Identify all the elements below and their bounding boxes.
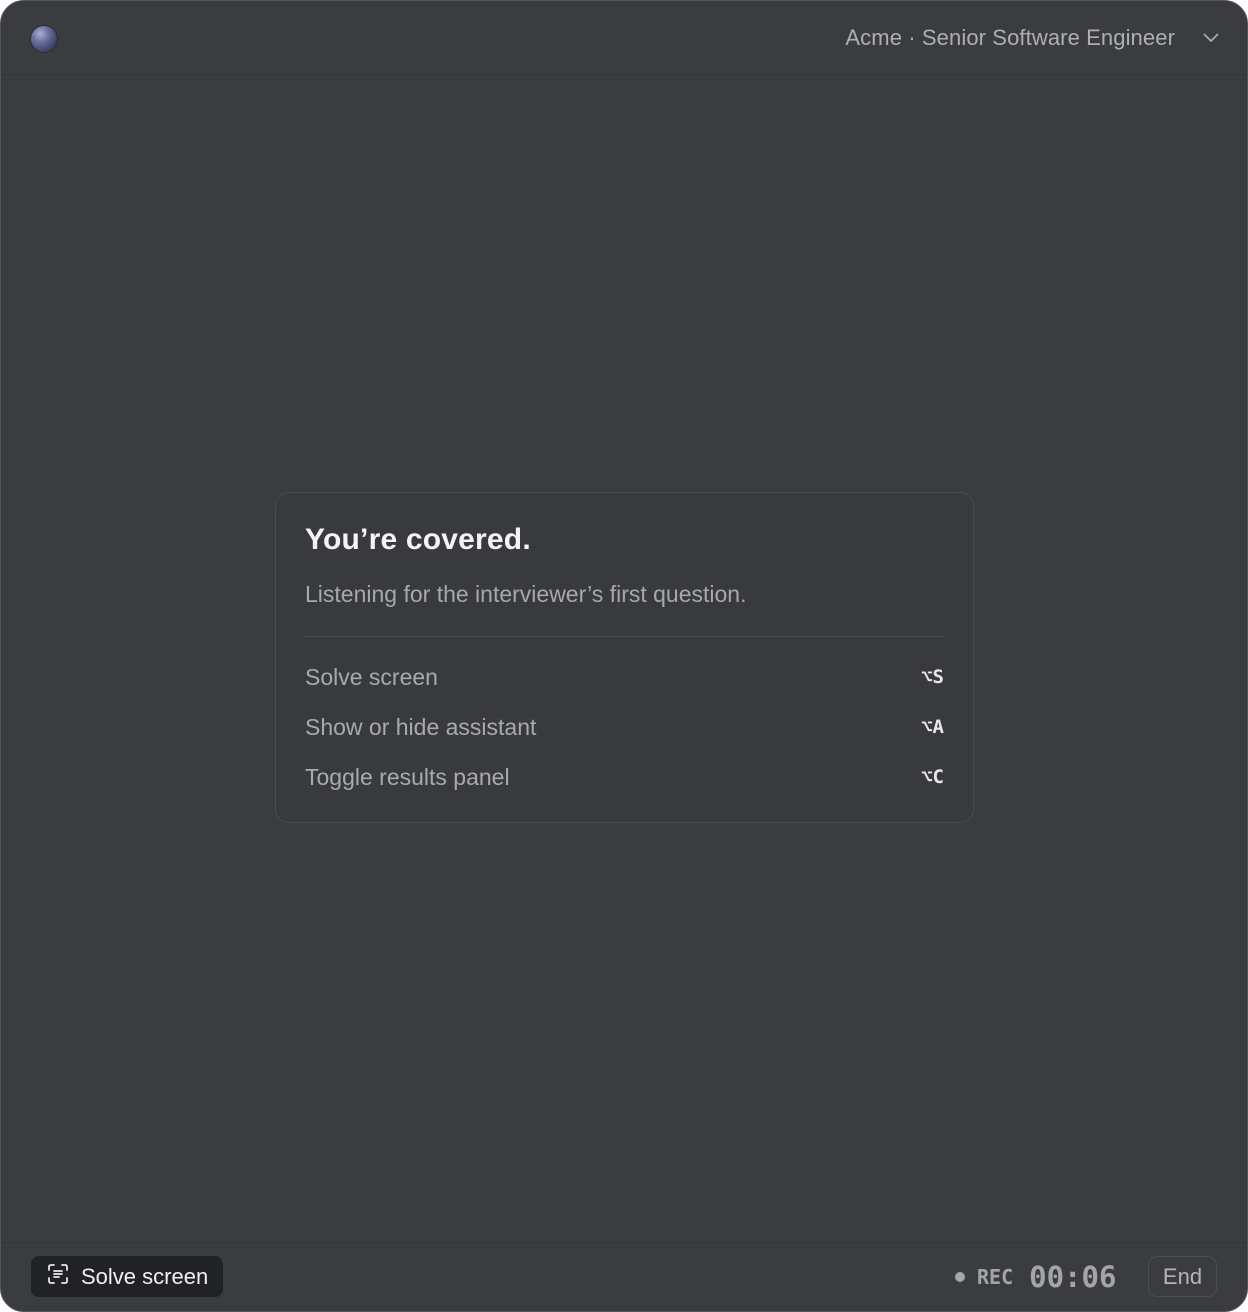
- shortcut-row-solve-screen: Solve screen ⌥S: [305, 662, 944, 692]
- assistant-window: Acme · Senior Software Engineer You’re c…: [0, 0, 1248, 1312]
- recording-timer: 00:06: [1029, 1260, 1117, 1294]
- bottom-bar: Solve screen REC 00:06 End: [1, 1242, 1247, 1311]
- shortcut-row-show-hide-assistant: Show or hide assistant ⌥A: [305, 712, 944, 742]
- recording-dot-icon: [955, 1272, 965, 1282]
- top-bar: Acme · Senior Software Engineer: [1, 1, 1247, 75]
- shortcut-label: Toggle results panel: [305, 763, 510, 790]
- end-button[interactable]: End: [1148, 1256, 1217, 1297]
- shortcut-key: ⌥S: [921, 666, 944, 688]
- session-selector[interactable]: Acme · Senior Software Engineer: [845, 21, 1219, 55]
- shortcut-label: Solve screen: [305, 663, 438, 690]
- divider: [305, 636, 944, 637]
- scan-text-icon: [47, 1263, 69, 1290]
- chevron-down-icon[interactable]: [1203, 33, 1219, 43]
- status-orb: [31, 26, 57, 52]
- solve-screen-label: Solve screen: [81, 1263, 209, 1289]
- card-subtitle: Listening for the interviewer’s first qu…: [305, 581, 747, 607]
- shortcut-key: ⌥C: [921, 766, 944, 788]
- shortcut-key: ⌥A: [921, 716, 944, 738]
- session-title: Acme · Senior Software Engineer: [845, 25, 1175, 50]
- solve-screen-button[interactable]: Solve screen: [31, 1256, 224, 1297]
- shortcut-row-toggle-results: Toggle results panel ⌥C: [305, 762, 944, 792]
- card-title: You’re covered.: [305, 523, 531, 556]
- status-card: You’re covered. Listening for the interv…: [275, 492, 974, 823]
- recording-indicator: REC 00:06: [955, 1260, 1117, 1294]
- rec-label: REC: [977, 1265, 1014, 1289]
- shortcut-label: Show or hide assistant: [305, 713, 537, 740]
